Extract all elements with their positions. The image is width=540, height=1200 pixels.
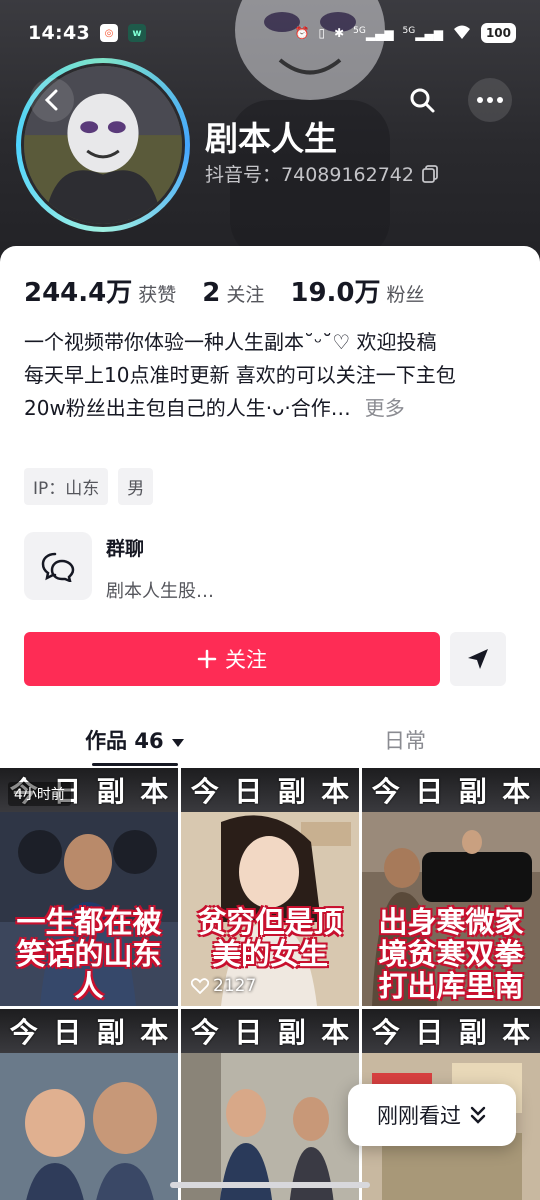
profile-stats: 244.4万 获赞 2 关注 19.0万 粉丝 [24,272,445,309]
like-count: 2127 [191,976,256,996]
search-button[interactable] [400,78,444,122]
more-dots-icon [477,97,503,103]
followers-count[interactable]: 19.0万 [290,272,380,309]
following-count[interactable]: 2 [202,278,220,308]
video-thumbnail[interactable]: 今日副本 [0,1009,178,1200]
search-icon [410,88,435,113]
time-badge: 4小时前 [8,782,71,806]
likes-label[interactable]: 获赞 [138,280,176,307]
profile-header: 14:43 ◎ w ⏰ ▯ ✱ 5G▂▄▆ 5G▂▄▆ 100 剧本人生 抖音号… [0,0,540,262]
thumbnail-caption: 出身寒微家境贫寒双拳打出库里南 [378,905,524,1003]
thumbnail-art [181,1053,359,1200]
tab-works-label: 作品 46 [85,729,164,753]
notification-app-icon: ◎ [99,24,118,42]
video-thumbnail[interactable]: 今日副本 贫穷但是顶美的女生 2127 [181,768,359,1006]
profile-name: 剧本人生 [205,119,337,158]
battery-indicator: 100 [480,23,516,43]
send-icon [468,649,488,669]
follow-button[interactable]: 关注 [24,632,440,686]
thumbnail-header: 今日副本 [181,768,359,812]
video-thumbnail[interactable]: 今日副本 [181,1009,359,1200]
double-chevron-down-icon [470,1106,486,1124]
ip-location-tag: IP：山东 [24,468,109,505]
recently-viewed-button[interactable]: 刚刚看过 [348,1084,516,1146]
group-chat-icon [24,532,92,600]
heart-icon [191,978,209,994]
gender-tag: 男 [118,468,154,505]
bluetooth-icon: ✱ [334,26,345,40]
thumbnail-header: 今日副本 [362,768,540,812]
tab-works[interactable]: 作品 46 [0,716,270,766]
douyin-id-label: 抖音号： [205,164,282,186]
following-label[interactable]: 关注 [226,280,264,307]
profile-bio: 一个视频带你体验一种人生副本˘ᵕ˘♡ 欢迎投稿 每天早上10点准时更新 喜欢的可… [24,326,524,425]
thumbnail-header: 今日副本 [362,1009,540,1053]
chevron-left-icon [44,89,58,111]
more-button[interactable] [468,78,512,122]
signal-icon: 5G▂▄▆ [402,25,443,41]
group-chat-entry[interactable]: 群聊 剧本人生股… [24,532,214,603]
bio-line: 一个视频带你体验一种人生副本˘ᵕ˘♡ 欢迎投稿 [24,330,437,354]
signal-icon: 5G▂▄▆ [353,25,394,41]
video-thumbnail[interactable]: 今日副本 出身寒微家境贫寒双拳打出库里南 [362,768,540,1006]
thumbnail-caption: 贫穷但是顶美的女生 [197,905,343,971]
thumbnail-header: 今日副本 [0,1009,178,1053]
bio-line: 每天早上10点准时更新 喜欢的可以关注一下主包 [24,363,456,387]
status-time: 14:43 [28,22,90,44]
status-bar: 14:43 ◎ w ⏰ ▯ ✱ 5G▂▄▆ 5G▂▄▆ 100 [0,0,540,66]
alarm-icon: ⏰ [294,26,310,40]
profile-tags: IP：山东 男 [24,468,154,505]
video-thumbnail[interactable]: 今日副本 4小时前 一生都在被笑话的山东人 [0,768,178,1006]
profile-card: 244.4万 获赞 2 关注 19.0万 粉丝 一个视频带你体验一种人生副本˘ᵕ… [0,246,540,1200]
thumbnail-art [0,1053,178,1200]
home-indicator[interactable] [170,1182,370,1188]
group-chat-subtitle: 剧本人生股… [106,581,214,602]
followers-label[interactable]: 粉丝 [387,280,425,307]
group-chat-title: 群聊 [106,538,145,560]
douyin-id-value: 74089162742 [281,164,414,186]
recently-viewed-label: 刚刚看过 [377,1104,461,1128]
likes-count: 244.4万 [24,278,133,308]
thumbnail-header: 今日副本 [181,1009,359,1053]
wifi-icon [452,24,472,43]
copy-icon[interactable] [422,164,438,183]
notification-app-icon: w [127,24,146,42]
content-tabs: 作品 46 日常 [0,716,540,766]
caret-down-icon [171,739,184,747]
thumbnail-caption: 一生都在被笑话的山东人 [16,905,162,1003]
follow-button-label: 关注 [225,648,267,672]
bio-line: 20w粉丝出主包自己的人生·ᴗ·合作… 更多 [24,396,405,420]
back-button[interactable] [30,78,74,122]
tab-daily[interactable]: 日常 [270,716,540,766]
bio-more-link[interactable]: 更多 [365,396,405,420]
douyin-id: 抖音号：74089162742 [205,160,438,187]
vibrate-icon: ▯ [318,26,326,40]
plus-icon [197,649,217,669]
share-button[interactable] [450,632,506,686]
